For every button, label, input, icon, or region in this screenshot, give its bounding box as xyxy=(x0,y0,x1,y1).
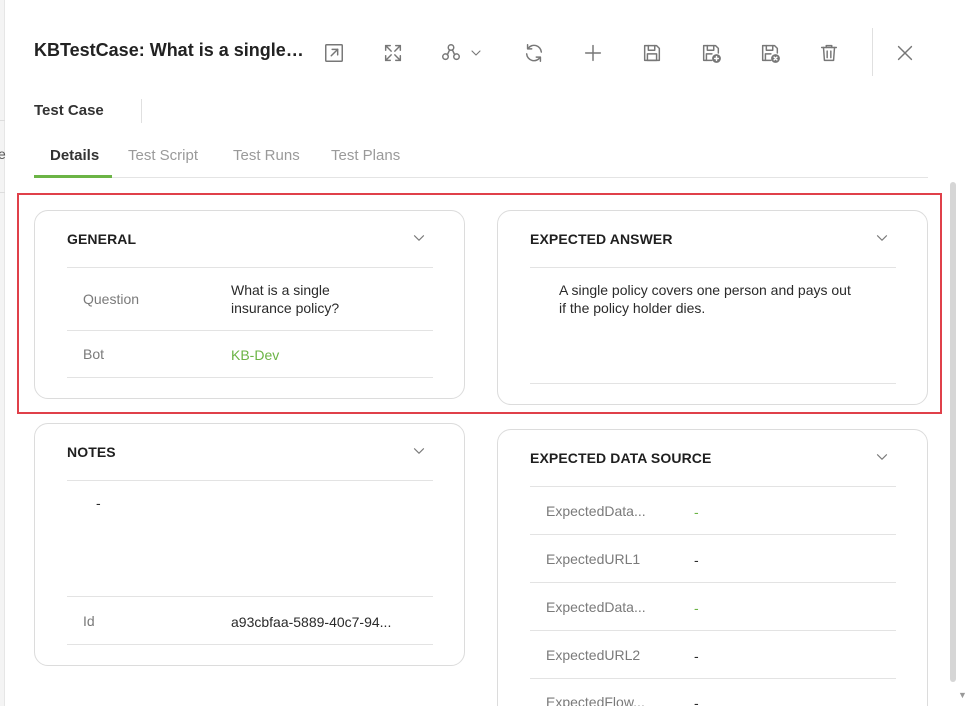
vertical-scrollbar[interactable] xyxy=(950,182,958,706)
data-source-row-value: - xyxy=(694,695,699,706)
workflow-menu-button[interactable] xyxy=(436,36,492,70)
divider xyxy=(530,630,896,631)
id-label: Id xyxy=(83,613,95,629)
expected-answer-card-title: EXPECTED ANSWER xyxy=(530,231,673,247)
data-source-row-value[interactable]: - xyxy=(694,599,699,617)
expected-answer-collapse-button[interactable] xyxy=(873,229,891,247)
refresh-button[interactable] xyxy=(517,36,551,70)
expected-data-source-card-title: EXPECTED DATA SOURCE xyxy=(530,450,712,466)
general-card-title: GENERAL xyxy=(67,231,137,247)
divider xyxy=(530,267,896,268)
open-external-icon xyxy=(325,44,343,62)
tab-test-plans[interactable]: Test Plans xyxy=(331,147,400,176)
divider xyxy=(67,596,433,597)
divider xyxy=(530,486,896,487)
id-value: a93cbfaa-5889-40c7-94... xyxy=(231,614,392,630)
divider xyxy=(530,534,896,535)
add-icon xyxy=(584,44,602,62)
save-and-new-button[interactable] xyxy=(694,36,728,70)
refresh-icon xyxy=(525,44,543,62)
delete-icon xyxy=(820,44,838,62)
chevron-down-icon xyxy=(413,448,425,454)
divider xyxy=(530,383,896,384)
notes-card: NOTES - Id a93cbfaa-5889-40c7-94... xyxy=(34,423,465,666)
close-button[interactable] xyxy=(888,36,922,70)
divider xyxy=(67,644,433,645)
chevron-down-icon xyxy=(876,454,888,460)
record-title: KBTestCase: What is a single insurance p… xyxy=(34,40,306,60)
workflow-icon xyxy=(442,44,460,61)
question-value: What is a single insurance policy? xyxy=(231,282,340,316)
save-and-close-button[interactable] xyxy=(753,36,787,70)
notes-text: - xyxy=(96,495,101,511)
general-card: GENERAL Question What is a single insura… xyxy=(34,210,465,399)
save-and-close-icon xyxy=(761,44,780,63)
delete-button[interactable] xyxy=(812,36,846,70)
save-and-new-icon xyxy=(702,44,721,63)
data-source-row-label: ExpectedURL2 xyxy=(546,647,641,663)
data-source-row-label: ExpectedFlow... xyxy=(546,694,645,706)
divider xyxy=(67,377,433,378)
save-button[interactable] xyxy=(635,36,669,70)
chevron-down-icon xyxy=(413,235,425,241)
save-icon xyxy=(643,44,661,62)
scrollbar-thumb[interactable] xyxy=(950,182,956,682)
expected-answer-card: EXPECTED ANSWER A single policy covers o… xyxy=(497,210,928,405)
tab-test-runs[interactable]: Test Runs xyxy=(233,147,300,176)
close-icon xyxy=(897,45,913,61)
tab-details[interactable]: Details xyxy=(50,147,99,176)
chevron-down-icon xyxy=(876,235,888,241)
background-text-fragment: e xyxy=(0,146,6,162)
chevron-down-icon xyxy=(471,50,481,56)
bot-link[interactable]: KB-Dev xyxy=(231,346,279,364)
tab-bar: Details Test Script Test Runs Test Plans xyxy=(34,140,928,178)
subheader-divider xyxy=(141,99,142,123)
expand-button[interactable] xyxy=(376,36,410,70)
toolbar-divider xyxy=(872,28,873,76)
notes-collapse-button[interactable] xyxy=(410,442,428,460)
divider xyxy=(530,582,896,583)
data-source-row-label: ExpectedURL1 xyxy=(546,551,641,567)
divider xyxy=(67,480,433,481)
divider xyxy=(67,267,433,268)
expected-data-source-card: EXPECTED DATA SOURCE ExpectedData... - E… xyxy=(497,429,928,706)
notes-card-title: NOTES xyxy=(67,444,116,460)
active-tab-indicator xyxy=(34,175,112,178)
add-button[interactable] xyxy=(576,36,610,70)
question-label: Question xyxy=(83,291,140,307)
general-collapse-button[interactable] xyxy=(410,229,428,247)
data-source-row-label: ExpectedData... xyxy=(546,503,646,519)
record-type-label: Test Case xyxy=(34,102,104,119)
background-page-edge: e xyxy=(0,0,6,706)
expected-data-source-collapse-button[interactable] xyxy=(873,448,891,466)
divider xyxy=(530,678,896,679)
data-source-row-label: ExpectedData... xyxy=(546,599,646,615)
expand-icon xyxy=(384,44,402,62)
expected-answer-text: A single policy covers one person and pa… xyxy=(559,282,851,316)
tab-test-script[interactable]: Test Script xyxy=(128,147,198,176)
bot-label: Bot xyxy=(83,346,105,362)
divider xyxy=(67,330,433,331)
data-source-row-value: - xyxy=(694,648,699,664)
data-source-row-value[interactable]: - xyxy=(694,503,699,521)
scroll-down-arrow-icon[interactable]: ▼ xyxy=(958,690,968,706)
open-external-button[interactable] xyxy=(317,36,351,70)
data-source-row-value: - xyxy=(694,552,699,568)
